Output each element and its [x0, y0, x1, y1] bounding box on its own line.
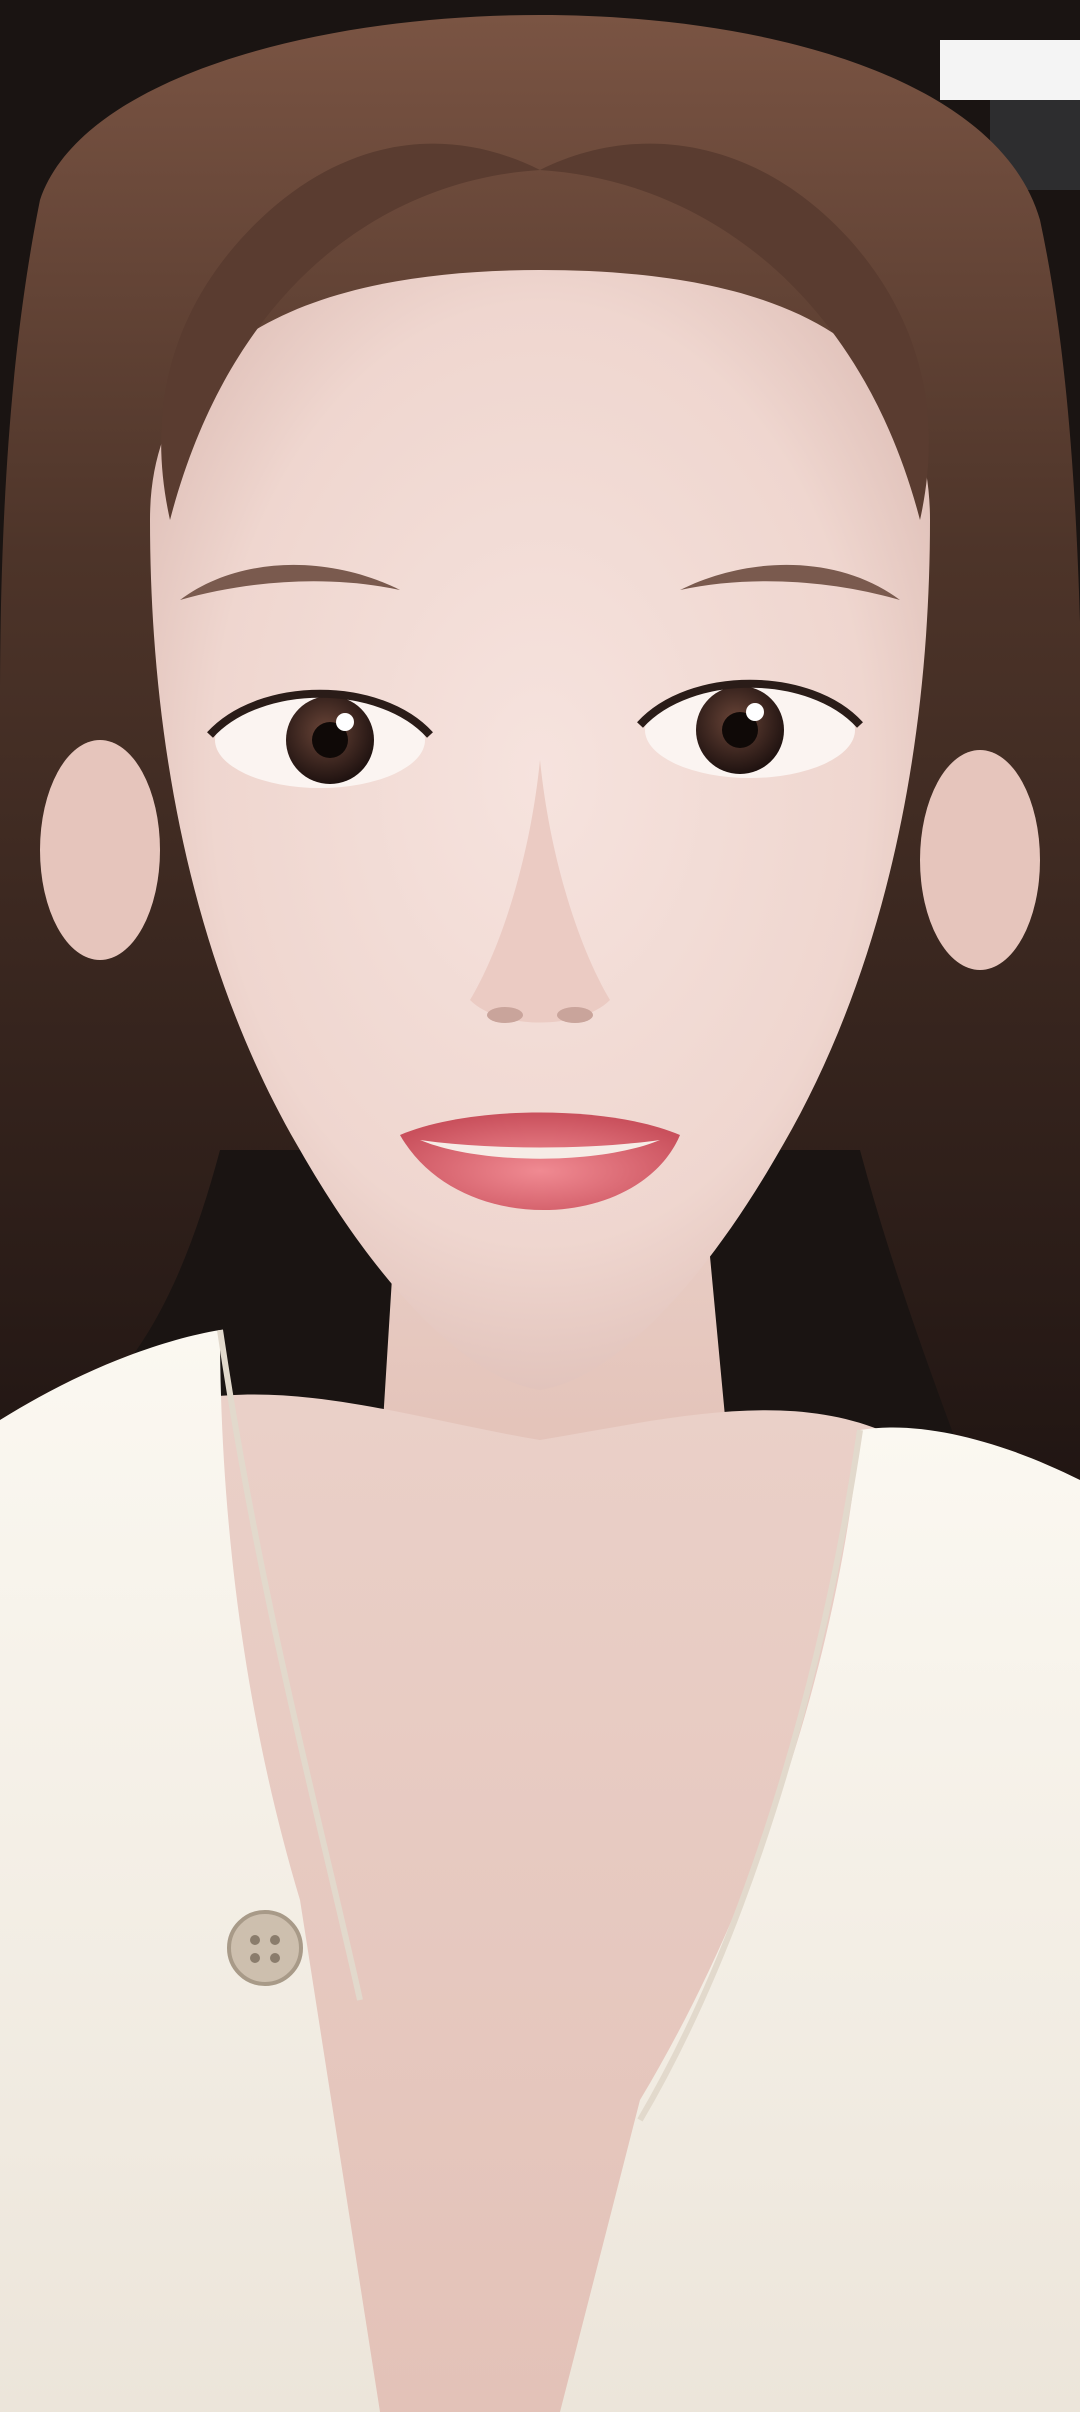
- ceiling-light: [940, 40, 1080, 100]
- left-ear: [40, 740, 160, 960]
- portrait-photo: [0, 0, 1080, 2412]
- right-ear: [920, 750, 1040, 970]
- photo-frame: [0, 0, 1080, 2412]
- shirt-button: [227, 1910, 303, 1986]
